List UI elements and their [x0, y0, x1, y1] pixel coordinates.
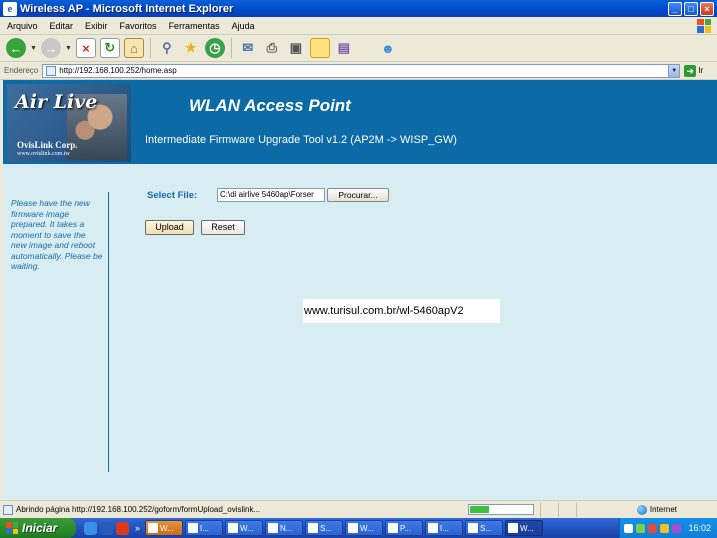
security-zone: Internet: [636, 504, 677, 515]
page-icon: [46, 65, 57, 76]
logo-corp: OvisLink Corp.: [17, 140, 78, 150]
start-label: Iniciar: [22, 521, 58, 535]
address-label: Endereço: [4, 66, 39, 75]
taskbar-item[interactable]: S...: [465, 520, 504, 536]
taskbar-item[interactable]: P...: [385, 520, 424, 536]
menu-bar: Arquivo Editar Exibir Favoritos Ferramen…: [0, 17, 717, 35]
go-arrow-icon: ➜: [684, 64, 697, 77]
tray-icon[interactable]: [648, 523, 658, 533]
menu-ferramentas[interactable]: Ferramentas: [169, 21, 220, 31]
page-subtitle: Intermediate Firmware Upgrade Tool v1.2 …: [145, 134, 457, 146]
page-header: Air Live OvisLink Corp. www.ovislink.com…: [3, 80, 717, 164]
upload-button[interactable]: Upload: [145, 220, 194, 235]
logo-text: Air Live: [15, 91, 98, 113]
file-input[interactable]: C:\di airlive 5460ap\Forser: [217, 188, 325, 202]
tray-icon[interactable]: [624, 523, 634, 533]
taskbar-item[interactable]: S...: [305, 520, 344, 536]
minimize-button[interactable]: _: [668, 1, 682, 16]
tray-icon[interactable]: [636, 523, 646, 533]
watermark-url: www.turisul.com.br/wl-5460apV2: [303, 299, 500, 323]
zone-label: Internet: [649, 505, 677, 514]
clock: 16:02: [688, 523, 711, 533]
menu-arquivo[interactable]: Arquivo: [7, 21, 38, 31]
window-title-bar: e Wireless AP - Microsoft Internet Explo…: [0, 0, 717, 17]
taskbar-item[interactable]: W...: [225, 520, 264, 536]
word-quicklaunch-icon[interactable]: [100, 521, 113, 535]
system-tray: 16:02: [619, 518, 717, 538]
window-title: Wireless AP - Microsoft Internet Explore…: [20, 2, 234, 15]
tray-icon[interactable]: [672, 523, 682, 533]
taskbar-item-active[interactable]: W...: [505, 520, 544, 536]
windows-flag-icon: [6, 522, 18, 534]
stop-icon[interactable]: ×: [75, 38, 96, 58]
menu-exibir[interactable]: Exibir: [85, 21, 108, 31]
toolbar: ← ▼ → ▼ × ↻ ⌂ ⚲ ★ ◷ ✉ ⎙ ▣ ▤ ☻: [0, 35, 717, 62]
sidebar-help-text: Please have the new firmware image prepa…: [11, 198, 103, 271]
print-icon[interactable]: ⎙: [262, 38, 282, 58]
start-button[interactable]: Iniciar: [0, 518, 76, 538]
windows-logo-icon: [697, 18, 711, 33]
menu-favoritos[interactable]: Favoritos: [120, 21, 157, 31]
notes-icon[interactable]: [309, 38, 330, 58]
forward-icon[interactable]: →: [40, 38, 61, 58]
select-file-label: Select File:: [147, 190, 198, 201]
status-text: Abrindo página http://192.168.100.252/go…: [16, 505, 261, 514]
mail-icon[interactable]: ✉: [238, 38, 258, 58]
menu-editar[interactable]: Editar: [50, 21, 74, 31]
ie-quicklaunch-icon[interactable]: [84, 521, 97, 535]
favorites-icon[interactable]: ★: [181, 38, 201, 58]
status-page-icon: [3, 504, 13, 515]
address-input[interactable]: http://192.168.100.252/home.asp ▼: [42, 63, 681, 78]
address-dropdown-icon[interactable]: ▼: [668, 64, 680, 77]
taskbar-item[interactable]: N...: [265, 520, 304, 536]
messenger-icon[interactable]: ☻: [378, 38, 398, 58]
back-icon[interactable]: ←: [6, 38, 26, 58]
media-quicklaunch-icon[interactable]: [116, 521, 129, 535]
taskbar-item[interactable]: I...: [185, 520, 224, 536]
sidebar-divider: [108, 192, 109, 472]
menu-ajuda[interactable]: Ajuda: [232, 21, 255, 31]
airlive-logo: Air Live OvisLink Corp. www.ovislink.com…: [7, 84, 131, 162]
taskbar: Iniciar » W... I... W... N... S... W... …: [0, 518, 717, 538]
address-bar: Endereço http://192.168.100.252/home.asp…: [0, 62, 717, 80]
quick-launch: »: [84, 521, 143, 535]
logo-url: www.ovislink.com.tw: [17, 151, 70, 157]
progress-bar: [468, 504, 534, 515]
go-label: Ir: [698, 66, 704, 75]
internet-globe-icon: [636, 504, 647, 515]
ie-icon: e: [3, 1, 17, 16]
browse-button[interactable]: Procurar...: [327, 188, 389, 202]
status-bar: Abrindo página http://192.168.100.252/go…: [0, 500, 717, 518]
page-title: WLAN Access Point: [189, 96, 351, 115]
progress-fill: [470, 506, 489, 513]
taskbar-item[interactable]: I...: [425, 520, 464, 536]
edit-icon[interactable]: ▣: [286, 38, 306, 58]
search-icon[interactable]: ⚲: [157, 38, 177, 58]
maximize-button[interactable]: □: [684, 1, 698, 16]
history-icon[interactable]: ◷: [204, 38, 225, 58]
address-url[interactable]: http://192.168.100.252/home.asp: [59, 66, 176, 75]
forward-dropdown-icon[interactable]: ▼: [65, 45, 72, 52]
page-content: Air Live OvisLink Corp. www.ovislink.com…: [0, 80, 717, 500]
refresh-icon[interactable]: ↻: [99, 38, 120, 58]
tray-icon[interactable]: [660, 523, 670, 533]
home-icon[interactable]: ⌂: [123, 38, 144, 58]
back-dropdown-icon[interactable]: ▼: [30, 45, 37, 52]
close-button[interactable]: ×: [700, 1, 714, 16]
go-button[interactable]: ➜ Ir: [684, 64, 704, 77]
quicklaunch-more-icon[interactable]: »: [135, 523, 140, 533]
reset-button[interactable]: Reset: [201, 220, 245, 235]
taskbar-item[interactable]: W...: [145, 520, 184, 536]
taskbar-item[interactable]: W...: [345, 520, 384, 536]
research-icon[interactable]: ▤: [334, 38, 354, 58]
